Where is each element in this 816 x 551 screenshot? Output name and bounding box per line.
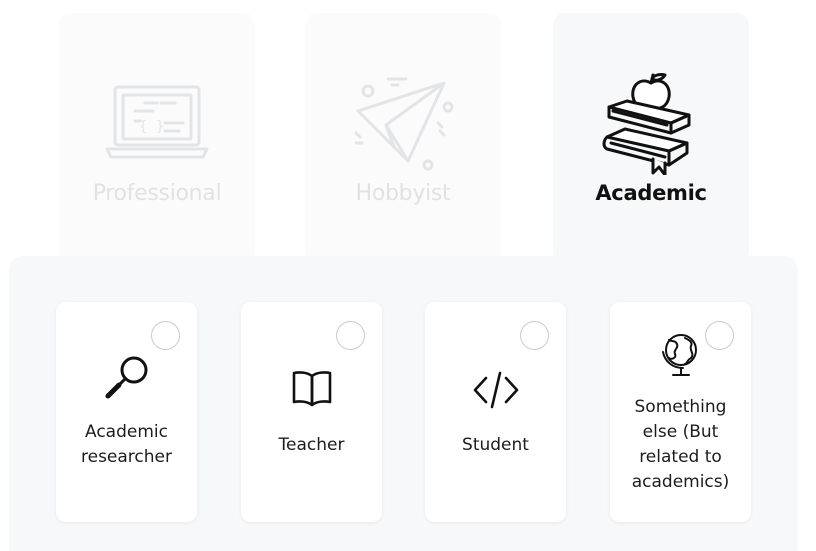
books-apple-icon — [553, 63, 749, 183]
option-something-else[interactable]: Something else (But related to academics… — [610, 302, 751, 522]
option-label: Academic researcher — [81, 422, 172, 467]
option-label: Something else (But related to academics… — [631, 397, 730, 492]
usage-type-selector: { } Professional Hobbyist Academic Acade… — [0, 0, 816, 551]
tab-hobbyist[interactable]: Hobbyist — [305, 13, 501, 263]
paper-plane-icon — [305, 63, 501, 183]
radio-button[interactable] — [151, 321, 180, 350]
code-brackets-icon — [425, 370, 566, 410]
option-academic-researcher[interactable]: Academic researcher — [56, 302, 197, 522]
laptop-code-icon: { } — [59, 63, 255, 183]
tab-label: Professional — [92, 181, 222, 206]
option-label: Teacher — [278, 435, 345, 455]
svg-text:{ }: { } — [139, 119, 164, 135]
magnifying-glass-icon — [56, 352, 197, 402]
radio-button[interactable] — [520, 321, 549, 350]
radio-button[interactable] — [336, 321, 365, 350]
tab-label: Academic — [595, 181, 707, 205]
option-student[interactable]: Student — [425, 302, 566, 522]
tab-label: Hobbyist — [355, 181, 451, 206]
tab-academic[interactable]: Academic — [553, 13, 749, 263]
option-label: Student — [462, 435, 529, 455]
open-book-icon — [241, 370, 382, 408]
globe-icon — [610, 330, 751, 378]
option-teacher[interactable]: Teacher — [241, 302, 382, 522]
tab-professional[interactable]: { } Professional — [59, 13, 255, 263]
